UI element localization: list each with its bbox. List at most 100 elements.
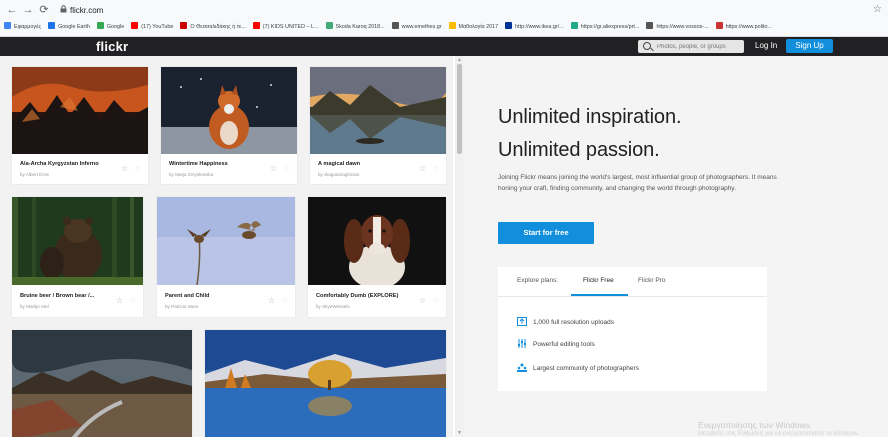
search-icon[interactable]: [643, 42, 651, 50]
windows-activation-watermark: Ενεργοποίησης των Windows: [698, 420, 810, 430]
bookmark-favicon-icon: [96, 22, 104, 29]
photo-card[interactable]: Comfortably Dumb (EXPLORE) by SkyeWessel…: [308, 197, 446, 317]
photo-card[interactable]: Ala-Archa Kyrgyzstan Inferno by Albert D…: [12, 67, 148, 184]
photo-card[interactable]: Parent and Child by Patricia Ware ☆ ◌: [157, 197, 295, 317]
photo-parent-child-birds[interactable]: [157, 197, 295, 285]
reload-icon[interactable]: ⟳: [38, 4, 50, 17]
bookmark-item[interactable]: https://gr.aliexpress/prt...: [570, 21, 640, 33]
scroll-down-icon[interactable]: ▼: [457, 430, 462, 436]
photo-author[interactable]: by Marja Zmyslowska: [169, 172, 213, 177]
comment-icon[interactable]: ◌: [433, 297, 438, 305]
photo-card[interactable]: [12, 330, 192, 437]
headline-passion: Unlimited passion.: [498, 139, 660, 161]
feature-label: 1,000 full resolution uploads: [533, 319, 614, 326]
url-bar[interactable]: flickr.com: [70, 5, 103, 16]
bookmark-item[interactable]: Ο Θεσσαλιδάκης ή τε...: [180, 21, 246, 33]
photo-grid: Ala-Archa Kyrgyzstan Inferno by Albert D…: [0, 56, 453, 437]
photo-author[interactable]: by Patricia Ware: [165, 304, 199, 309]
browser-chrome: ← → ⟳ flickr.com ☆ Εφαρμογές Google Earth…: [0, 0, 888, 37]
photo-fox-snow[interactable]: [161, 67, 297, 154]
back-icon[interactable]: ←: [6, 4, 18, 17]
start-for-free-button[interactable]: Start for free: [498, 222, 594, 244]
comment-icon[interactable]: ◌: [135, 165, 140, 173]
photo-title[interactable]: Comfortably Dumb (EXPLORE): [316, 293, 398, 299]
bookmark-favicon-icon: [505, 22, 513, 29]
signup-promo-panel: Unlimited inspiration. Unlimited passion…: [464, 56, 888, 437]
fave-star-icon[interactable]: ☆: [419, 165, 426, 173]
bookmark-label: Εφαρμογές: [14, 24, 42, 30]
comment-icon[interactable]: ◌: [433, 165, 438, 173]
photo-title[interactable]: Parent and Child: [165, 293, 209, 299]
comment-icon[interactable]: ◌: [282, 297, 287, 305]
photo-mountain-inferno[interactable]: [12, 67, 148, 154]
active-tab-indicator: [571, 294, 628, 296]
bookmark-item[interactable]: Google Earth: [48, 21, 90, 33]
bookmark-label: Skoda Karoq 2018...: [335, 24, 385, 30]
explore-plans-label: Explore plans:: [517, 277, 559, 284]
photo-title[interactable]: Ala-Archa Kyrgyzstan Inferno: [20, 161, 99, 167]
photo-lake-tree[interactable]: [205, 330, 446, 437]
bookmark-label: Μαθολογία 2017: [458, 24, 499, 30]
photo-author[interactable]: by Albert Dros: [20, 172, 49, 177]
bookmark-label: Google: [106, 24, 125, 30]
bookmark-item[interactable]: Μαθολογία 2017: [448, 21, 499, 33]
photo-title[interactable]: A magical dawn: [318, 161, 360, 167]
login-link[interactable]: Log In: [755, 41, 777, 50]
scroll-up-icon[interactable]: ▲: [457, 57, 462, 63]
bookmark-favicon-icon: [4, 22, 11, 29]
bookmark-favicon-icon: [570, 22, 578, 29]
bookmark-item[interactable]: (7) KIDS UNITED – L...: [252, 21, 319, 33]
feature-uploads: 1,000 full resolution uploads: [517, 317, 614, 326]
fave-star-icon[interactable]: ☆: [270, 165, 277, 173]
fave-star-icon[interactable]: ☆: [419, 297, 426, 305]
lock-icon: [60, 5, 67, 13]
bookmark-item[interactable]: (17) YouTube: [131, 21, 173, 33]
bookmark-item[interactable]: http://www.ikea.gr/...: [505, 21, 564, 33]
bookmark-favicon-icon: [715, 22, 723, 29]
bookmark-item[interactable]: https://www.polito...: [715, 21, 772, 33]
bookmark-favicon-icon: [325, 22, 333, 29]
fave-star-icon[interactable]: ☆: [268, 297, 275, 305]
photo-author[interactable]: by Martijn Mol: [20, 304, 49, 309]
forward-icon[interactable]: →: [22, 4, 34, 17]
search-input[interactable]: [657, 41, 741, 52]
flickr-logo[interactable]: flickr: [96, 39, 128, 54]
bookmark-item[interactable]: www.emethes.gr: [391, 21, 442, 33]
bookmark-label: https://gr.aliexpress/prt...: [580, 24, 640, 30]
bookmark-item[interactable]: Google: [96, 21, 125, 33]
search-box[interactable]: [638, 40, 744, 53]
photo-card[interactable]: Bruine beer / Brown bear /... by Martijn…: [12, 197, 143, 317]
bookmark-star-icon[interactable]: ☆: [873, 4, 882, 15]
fave-star-icon[interactable]: ☆: [121, 165, 128, 173]
fave-star-icon[interactable]: ☆: [116, 297, 123, 305]
sliders-icon: [518, 339, 526, 348]
feature-label: Largest community of photographers: [533, 365, 639, 372]
feature-label: Powerful editing tools: [533, 341, 595, 348]
bookmark-item[interactable]: Skoda Karoq 2018...: [325, 21, 385, 33]
photo-coastal-landscape[interactable]: [12, 330, 192, 437]
photo-card[interactable]: A magical dawn by dragosdraghician ☆ ◌: [310, 67, 446, 184]
tab-flickr-pro[interactable]: Flickr Pro: [638, 277, 665, 284]
plans-box: Explore plans: Flickr Free Flickr Pro 1,…: [498, 267, 767, 391]
scrollbar[interactable]: ▲ ▼: [455, 56, 464, 437]
photo-author[interactable]: by dragosdraghician: [318, 172, 359, 177]
bookmark-item[interactable]: https://www.vossos-...: [646, 21, 709, 33]
bookmark-item[interactable]: Εφαρμογές: [4, 21, 41, 33]
photo-brown-bear[interactable]: [12, 197, 143, 285]
comment-icon[interactable]: ◌: [284, 165, 289, 173]
community-icon: [517, 363, 527, 372]
photo-title[interactable]: Bruine beer / Brown bear /...: [20, 293, 94, 299]
feature-editing: Powerful editing tools: [517, 339, 595, 348]
bookmark-favicon-icon: [448, 22, 456, 29]
photo-author[interactable]: by SkyeWessels: [316, 304, 350, 309]
signup-button[interactable]: Sign Up: [786, 39, 833, 53]
comment-icon[interactable]: ◌: [130, 297, 135, 305]
photo-magical-dawn[interactable]: [310, 67, 446, 154]
photo-card[interactable]: Wintertime Happiness by Marja Zmyslowska…: [161, 67, 297, 184]
photo-card[interactable]: [205, 330, 446, 437]
scrollbar-thumb[interactable]: [457, 64, 462, 154]
tab-flickr-free[interactable]: Flickr Free: [583, 277, 614, 284]
photo-spaniel-dog[interactable]: [308, 197, 446, 285]
headline-inspiration: Unlimited inspiration.: [498, 106, 682, 128]
photo-title[interactable]: Wintertime Happiness: [169, 161, 228, 167]
